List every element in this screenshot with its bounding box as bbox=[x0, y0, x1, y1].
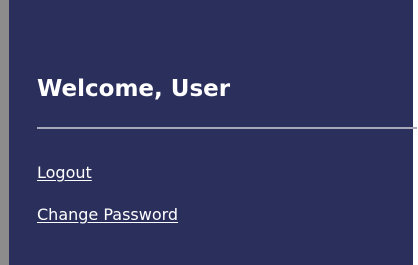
user-panel: Welcome, User Logout Change Password bbox=[9, 0, 417, 265]
divider bbox=[37, 127, 417, 129]
logout-link[interactable]: Logout bbox=[37, 163, 92, 183]
change-password-link[interactable]: Change Password bbox=[37, 205, 178, 225]
panel-left-border bbox=[0, 0, 9, 265]
welcome-heading: Welcome, User bbox=[37, 76, 231, 102]
account-menu: Welcome, User Logout Change Password bbox=[0, 0, 418, 265]
